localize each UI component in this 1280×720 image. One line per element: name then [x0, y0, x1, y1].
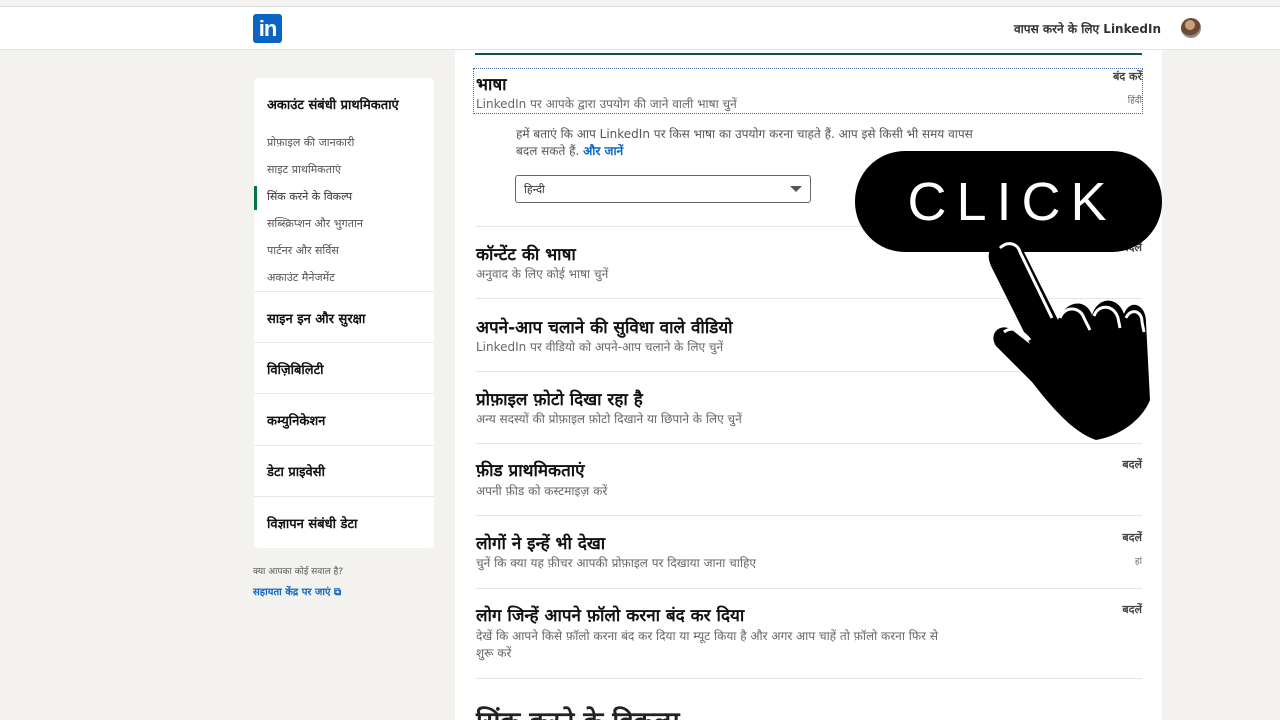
- sync-options-heading: सिंक करने के विकल्प: [476, 702, 680, 720]
- language-description: हमें बताएं कि आप LinkedIn पर किस भाषा का…: [516, 126, 996, 160]
- language-select-value: हिन्दी: [524, 183, 545, 196]
- sidebar-item-sync-options[interactable]: सिंक करने के विकल्प: [267, 189, 352, 204]
- back-to-linkedin-link[interactable]: वापस करने के लिए LinkedIn: [1014, 20, 1161, 37]
- row-divider: [475, 298, 1142, 299]
- sidebar-divider: [254, 291, 434, 292]
- people-also-viewed-subtitle: चुनें कि क्या यह फ़ीचर आपकी प्रोफ़ाइल पर…: [476, 556, 757, 570]
- external-link-icon: ⧉: [333, 587, 342, 598]
- change-profile-photos-button[interactable]: बदलें: [1122, 390, 1142, 405]
- language-subtitle: LinkedIn पर आपके द्वारा उपयोग की जाने वा…: [476, 97, 737, 111]
- sidebar-item-site-preferences[interactable]: साइट प्राथमिकताएं: [267, 162, 341, 177]
- language-title: भाषा: [476, 75, 507, 95]
- learn-more-link[interactable]: और जानें: [583, 144, 623, 158]
- sidebar-item-communication[interactable]: कम्युनिकेशन: [267, 411, 325, 429]
- content-language-title: कॉन्टेंट की भाषा: [476, 245, 576, 265]
- sidebar-item-partners[interactable]: पार्टनर और सर्विस: [267, 243, 339, 258]
- change-unfollowed-button[interactable]: बदलें: [1122, 602, 1142, 617]
- help-center-link-text[interactable]: सहायता केंद्र पर जाएं: [253, 587, 331, 598]
- profile-photos-title: प्रोफ़ाइल फ़ोटो दिखा रहा है: [476, 390, 643, 410]
- content-language-subtitle: अनुवाद के लिए कोई भाषा चुनें: [476, 267, 609, 281]
- close-language-button[interactable]: बंद करें: [1113, 69, 1142, 84]
- change-content-language-button[interactable]: बदलें: [1122, 240, 1142, 255]
- people-also-viewed-value: हां: [1134, 557, 1142, 567]
- sidebar-item-profile-info[interactable]: प्रोफ़ाइल की जानकारी: [267, 135, 354, 150]
- sidebar-divider: [254, 393, 434, 394]
- top-header: in वापस करने के लिए LinkedIn: [0, 6, 1280, 50]
- row-divider: [475, 678, 1142, 679]
- row-divider: [475, 515, 1142, 516]
- sidebar-divider: [254, 445, 434, 446]
- sidebar-divider: [254, 496, 434, 497]
- linkedin-logo-icon[interactable]: in: [253, 14, 282, 43]
- row-divider: [475, 226, 1142, 227]
- people-also-viewed-title: लोगों ने इन्हें भी देखा: [476, 534, 606, 554]
- language-select[interactable]: हिन्दी: [515, 175, 811, 203]
- row-divider: [475, 588, 1142, 589]
- help-question: क्या आपका कोई सवाल है?: [253, 567, 344, 577]
- autoplay-videos-title: अपने-आप चलाने की सुविधा वाले वीडियो: [476, 318, 733, 338]
- sidebar-item-account-management[interactable]: अकाउंट मैनेजमेंट: [267, 270, 335, 285]
- sidebar-item-advertising-data[interactable]: विज्ञापन संबंधी डेटा: [267, 514, 357, 532]
- help-center-link[interactable]: सहायता केंद्र पर जाएं ⧉: [253, 584, 341, 598]
- section-top-border: [475, 53, 1142, 55]
- change-autoplay-button[interactable]: बदलें: [1122, 313, 1142, 328]
- unfollowed-subtitle: देखें कि आपने किसे फ़ॉलो करना बंद कर दिय…: [476, 629, 938, 660]
- autoplay-videos-subtitle: LinkedIn पर वीडियो को अपने-आप चलाने के ल…: [476, 340, 724, 354]
- sidebar-item-subscriptions[interactable]: सब्स्क्रिप्शन और भुगतान: [267, 216, 363, 231]
- row-divider: [475, 371, 1142, 372]
- profile-photos-subtitle: अन्य सदस्यों की प्रोफ़ाइल फ़ोटो दिखाने य…: [476, 412, 742, 426]
- row-divider: [475, 443, 1142, 444]
- sidebar-account-title[interactable]: अकाउंट संबंधी प्राथमिकताएं: [267, 95, 399, 113]
- sidebar-item-visibility[interactable]: विज़िबिलिटी: [267, 360, 324, 378]
- feed-preferences-subtitle: अपनी फ़ीड को कस्टमाइज़ करें: [476, 484, 608, 498]
- sidebar-item-sign-in-security[interactable]: साइन इन और सुरक्षा: [267, 309, 365, 327]
- change-feed-preferences-button[interactable]: बदलें: [1122, 457, 1142, 472]
- active-indicator: [254, 186, 257, 210]
- feed-preferences-title: फ़ीड प्राथमिकताएं: [476, 461, 585, 481]
- chevron-down-icon: [790, 186, 802, 192]
- unfollowed-title: लोग जिन्हें आपने फ़ॉलो करना बंद कर दिया: [476, 606, 745, 626]
- avatar[interactable]: [1181, 18, 1201, 38]
- settings-sidebar: अकाउंट संबंधी प्राथमिकताएं प्रोफ़ाइल की …: [254, 78, 434, 548]
- sidebar-divider: [254, 342, 434, 343]
- change-people-also-viewed-button[interactable]: बदलें: [1122, 530, 1142, 545]
- language-value: हिंदी: [1127, 96, 1142, 106]
- sidebar-item-data-privacy[interactable]: डेटा प्राइवेसी: [267, 462, 325, 480]
- settings-main: भाषा LinkedIn पर आपके द्वारा उपयोग की जा…: [455, 50, 1162, 720]
